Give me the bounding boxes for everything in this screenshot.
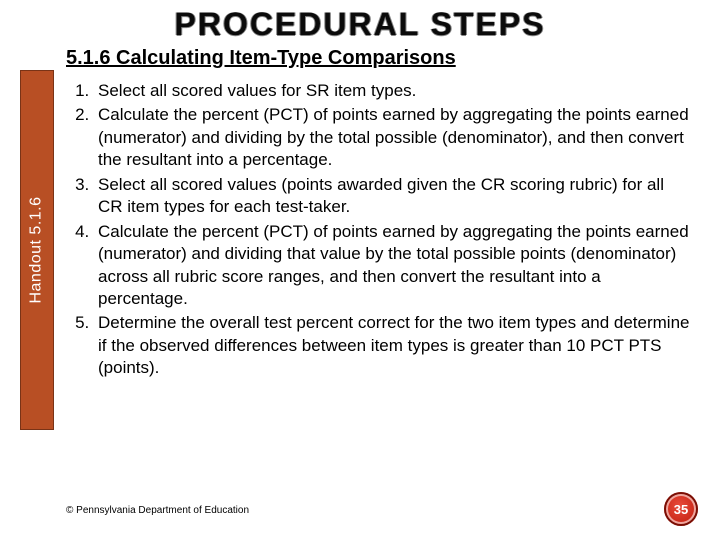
handout-sidebar: Handout 5.1.6 xyxy=(20,70,54,430)
slide: PROCEDURAL STEPS Handout 5.1.6 5.1.6 Cal… xyxy=(0,0,720,540)
step-item: Calculate the percent (PCT) of points ea… xyxy=(94,104,692,171)
step-item: Determine the overall test percent corre… xyxy=(94,312,692,379)
handout-sidebar-label: Handout 5.1.6 xyxy=(28,196,46,303)
section-heading: 5.1.6 Calculating Item-Type Comparisons xyxy=(66,47,456,70)
steps-list: Select all scored values for SR item typ… xyxy=(66,80,692,382)
page-title: PROCEDURAL STEPS xyxy=(0,6,720,43)
step-item: Select all scored values for SR item typ… xyxy=(94,80,692,102)
copyright-text: © Pennsylvania Department of Education xyxy=(66,505,249,516)
slide-number-badge: 35 xyxy=(664,492,698,526)
step-item: Select all scored values (points awarded… xyxy=(94,174,692,219)
step-item: Calculate the percent (PCT) of points ea… xyxy=(94,221,692,311)
